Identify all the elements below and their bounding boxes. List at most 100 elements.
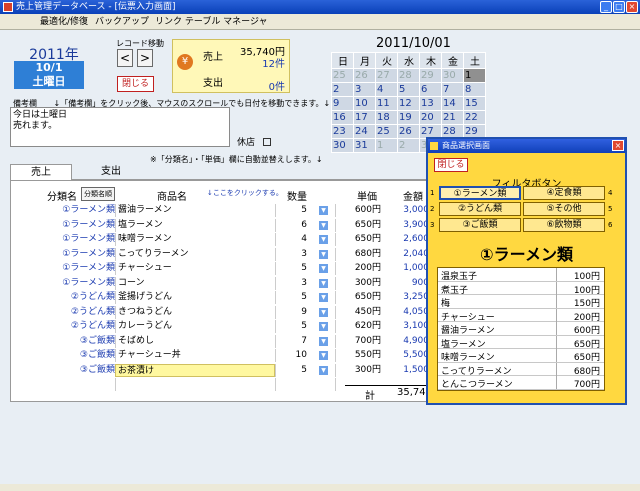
cal-day[interactable]: 6 <box>419 82 442 97</box>
row-qty[interactable] <box>275 378 333 391</box>
minimize-button[interactable]: _ <box>600 1 612 13</box>
filter-udon-button[interactable]: ②うどん類 <box>439 202 521 216</box>
product-item[interactable]: 味噌ラーメン 650円 <box>438 349 604 363</box>
cal-day[interactable]: 2 <box>397 138 420 153</box>
cal-day[interactable]: 19 <box>397 110 420 125</box>
cal-day[interactable]: 20 <box>419 110 442 125</box>
qty-dropdown-icon[interactable]: ▼ <box>319 278 328 288</box>
product-item[interactable]: とんこつラーメン 700円 <box>438 376 604 390</box>
close-button[interactable]: 閉じる <box>117 76 154 92</box>
product-item[interactable]: 煮玉子 100円 <box>438 281 604 296</box>
cal-day[interactable]: 31 <box>353 138 376 153</box>
cal-day[interactable]: 5 <box>397 82 420 97</box>
checkbox-icon[interactable] <box>263 138 272 146</box>
cal-day[interactable]: 12 <box>397 96 420 111</box>
row-product[interactable] <box>115 378 275 391</box>
table-row[interactable]: ②うどん類 釜揚げうどん 5 ▼ 650円 3,250 <box>11 290 431 305</box>
memo-field[interactable]: 今日は土曜日 売れます。 <box>10 107 230 147</box>
menu-optimize[interactable]: 最適化/修復 <box>40 14 88 30</box>
qty-dropdown-icon[interactable]: ▼ <box>319 249 328 259</box>
table-row[interactable]: ③ご飯類 チャーシュー丼 10 ▼ 550円 5,500 <box>11 348 431 363</box>
row-product[interactable]: 味噌ラーメン <box>115 233 275 246</box>
cal-day[interactable]: 3 <box>353 82 376 97</box>
product-item[interactable]: 醤油ラーメン 600円 <box>438 322 604 336</box>
qty-dropdown-icon[interactable]: ▼ <box>319 293 328 302</box>
cal-day[interactable]: 24 <box>353 124 376 139</box>
cal-day[interactable]: 25 <box>375 124 398 139</box>
row-product[interactable]: チャーシュー <box>115 262 275 275</box>
table-row[interactable]: ①ラーメン類 醤油ラーメン 5 ▼ 600円 3,000 <box>11 203 431 218</box>
cal-day[interactable]: 14 <box>441 96 464 111</box>
table-row[interactable]: ①ラーメン類 こってりラーメン 3 ▼ 680円 2,040 <box>11 247 431 262</box>
product-item[interactable]: こってりラーメン 680円 <box>438 362 604 377</box>
cal-day[interactable]: 30 <box>441 68 464 83</box>
table-row[interactable]: ①ラーメン類 塩ラーメン 6 ▼ 650円 3,900 <box>11 218 431 233</box>
qty-dropdown-icon[interactable]: ▼ <box>319 336 328 346</box>
qty-dropdown-icon[interactable]: ▼ <box>319 351 328 360</box>
row-product[interactable]: 醤油ラーメン <box>115 204 275 217</box>
product-item[interactable]: 梅 150円 <box>438 295 604 309</box>
product-item[interactable]: チャーシュー 200円 <box>438 308 604 323</box>
row-product[interactable]: 釜揚げうどん <box>115 291 275 304</box>
table-row[interactable]: ①ラーメン類 チャーシュー 5 ▼ 200円 1,000 <box>11 261 431 276</box>
cal-day[interactable]: 15 <box>463 96 486 111</box>
filter-ramen-button[interactable]: ①ラーメン類 <box>439 186 521 200</box>
cal-day[interactable]: 17 <box>353 110 376 125</box>
cal-day[interactable]: 26 <box>353 68 376 83</box>
cal-day[interactable]: 8 <box>463 82 486 97</box>
cal-day[interactable]: 27 <box>375 68 398 83</box>
cal-day[interactable]: 28 <box>397 68 420 83</box>
close-window-button[interactable]: × <box>626 1 638 13</box>
popup-close-icon[interactable]: × <box>612 140 624 151</box>
cal-day[interactable]: 4 <box>375 82 398 97</box>
cal-day[interactable]: 18 <box>375 110 398 125</box>
qty-dropdown-icon[interactable]: ▼ <box>319 220 328 230</box>
filter-drinks-button[interactable]: ⑥飲物類 <box>523 218 605 232</box>
row-product[interactable]: お茶漬け <box>115 363 275 377</box>
cal-day[interactable]: 23 <box>331 124 354 139</box>
cal-day[interactable]: 30 <box>331 138 354 153</box>
next-record-button[interactable]: > <box>137 49 153 67</box>
cal-day-selected[interactable]: 1 <box>463 68 486 83</box>
table-row[interactable]: ②うどん類 きつねうどん 9 ▼ 450円 4,050 <box>11 305 431 320</box>
cal-day[interactable]: 29 <box>419 68 442 83</box>
qty-dropdown-icon[interactable]: ▼ <box>319 264 328 273</box>
cal-day[interactable]: 16 <box>331 110 354 125</box>
tab-sales[interactable]: 売上 <box>10 164 72 180</box>
table-row-active[interactable]: ③ご飯類 お茶漬け 5 ▼ 300円 1,500 <box>11 363 431 378</box>
cal-day[interactable]: 11 <box>375 96 398 111</box>
filter-teishoku-button[interactable]: ④定食類 <box>523 186 605 200</box>
row-product[interactable]: コーン <box>115 276 275 290</box>
qty-dropdown-icon[interactable]: ▼ <box>319 365 328 375</box>
filter-rice-button[interactable]: ③ご飯類 <box>439 218 521 232</box>
qty-dropdown-icon[interactable]: ▼ <box>319 322 328 331</box>
row-product[interactable]: カレーうどん <box>115 320 275 333</box>
cal-day[interactable]: 26 <box>397 124 420 139</box>
row-product[interactable]: そばめし <box>115 334 275 348</box>
cal-day[interactable]: 9 <box>331 96 354 111</box>
cal-day[interactable]: 1 <box>375 138 398 153</box>
menu-link-table[interactable]: リンク テーブル マネージャ <box>155 14 268 30</box>
popup-close-button[interactable]: 閉じる <box>434 158 468 172</box>
cal-day[interactable]: 7 <box>441 82 464 97</box>
cal-day[interactable]: 13 <box>419 96 442 111</box>
qty-dropdown-icon[interactable]: ▼ <box>319 235 328 244</box>
table-row[interactable]: ①ラーメン類 コーン 3 ▼ 300円 900 <box>11 276 431 291</box>
prev-record-button[interactable]: < <box>117 49 133 67</box>
qty-dropdown-icon[interactable]: ▼ <box>319 206 328 215</box>
row-product[interactable]: チャーシュー丼 <box>115 349 275 362</box>
row-product[interactable]: きつねうどん <box>115 305 275 319</box>
row-product[interactable]: こってりラーメン <box>115 247 275 261</box>
tab-expense[interactable]: 支出 <box>80 164 142 180</box>
sort-category-button[interactable]: 分類名順 <box>81 187 115 201</box>
qty-dropdown-icon[interactable]: ▼ <box>319 307 328 317</box>
product-item[interactable]: 塩ラーメン 650円 <box>438 335 604 350</box>
maximize-button[interactable]: □ <box>613 1 625 13</box>
cal-day[interactable]: 22 <box>463 110 486 125</box>
table-row[interactable]: ①ラーメン類 味噌ラーメン 4 ▼ 650円 2,600 <box>11 232 431 247</box>
row-product[interactable]: 塩ラーメン <box>115 218 275 232</box>
filter-other-button[interactable]: ⑤その他 <box>523 202 605 216</box>
cal-day[interactable]: 10 <box>353 96 376 111</box>
cal-day[interactable]: 25 <box>331 68 354 83</box>
menu-backup[interactable]: バックアップ <box>95 14 149 30</box>
